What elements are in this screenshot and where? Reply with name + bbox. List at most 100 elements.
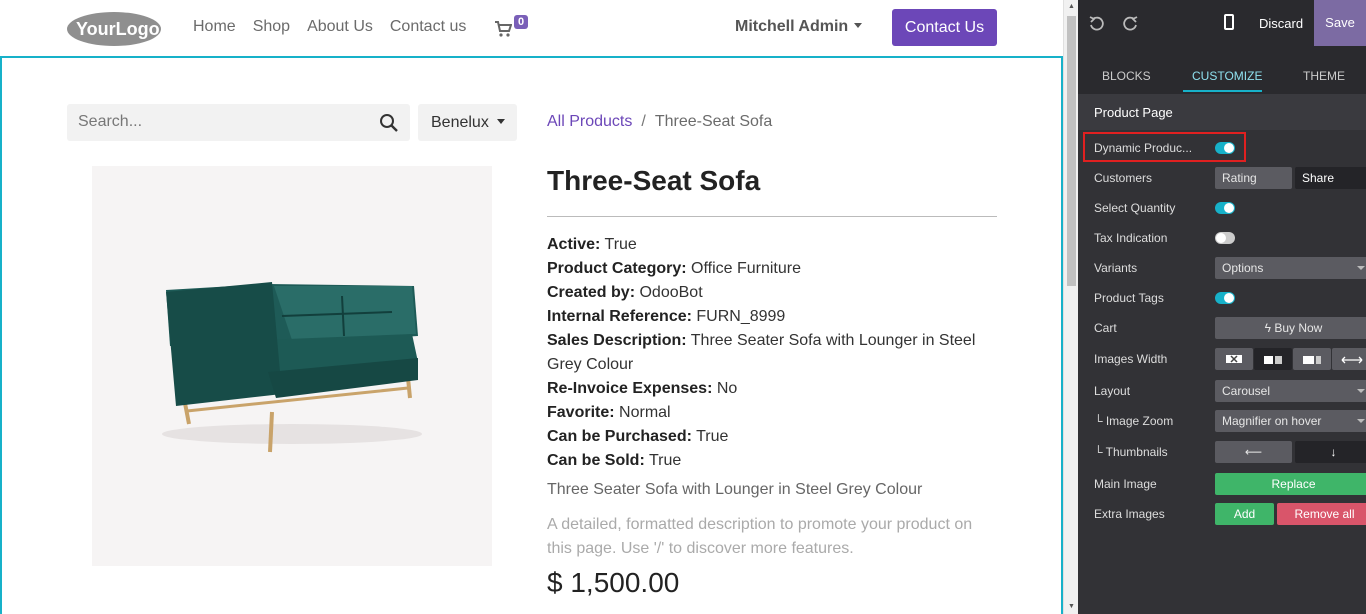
product-title: Three-Seat Sofa (547, 165, 761, 196)
logo-text: YourLogo (76, 19, 160, 39)
tab-theme[interactable]: THEME (1303, 69, 1345, 83)
scrollbar-thumb[interactable] (1067, 16, 1076, 286)
images-width-66-button[interactable] (1293, 348, 1331, 370)
images-width-label: Images Width (1094, 352, 1168, 366)
cart-icon (495, 21, 512, 37)
cart-count-badge: 0 (514, 15, 529, 29)
pricelist-dropdown[interactable]: Benelux (418, 104, 517, 141)
section-title: Product Page (1078, 94, 1366, 130)
image-zoom-select[interactable]: Magnifier on hover (1215, 410, 1366, 432)
nav-shop[interactable]: Shop (253, 18, 290, 36)
main-nav: Home Shop About Us Contact us (193, 18, 466, 36)
images-width-50-button[interactable] (1254, 348, 1292, 370)
layout-select[interactable]: Carousel (1215, 380, 1366, 402)
scroll-down-icon[interactable]: ▼ (1064, 600, 1079, 614)
product-tags-toggle[interactable] (1215, 292, 1235, 304)
site-logo[interactable]: YourLogo (66, 10, 162, 48)
chevron-down-icon (1357, 389, 1365, 393)
attr-created-by: Created by: OdooBot (547, 284, 703, 301)
select-quantity-toggle[interactable] (1215, 202, 1235, 214)
arrow-left-icon: ⟵ (1244, 445, 1263, 459)
sofa-image (162, 282, 422, 453)
active-tab-indicator (1183, 90, 1262, 92)
page-scrollbar[interactable]: ▲ ▼ (1063, 0, 1078, 614)
redo-icon[interactable] (1123, 15, 1139, 31)
search-input[interactable]: Search... (67, 104, 410, 141)
contact-us-button[interactable]: Contact Us (892, 9, 997, 46)
row-main-image: Main Image Replace (1094, 473, 1366, 495)
arrow-down-icon: ↓ (1330, 445, 1337, 459)
remove-all-images-button[interactable]: Remove all (1277, 503, 1366, 525)
search-icon[interactable] (379, 113, 399, 133)
breadcrumb: All Products / Three-Seat Sofa (547, 113, 772, 131)
website-page: YourLogo Home Shop About Us Contact us 0… (0, 0, 1063, 614)
add-images-button[interactable]: Add (1215, 503, 1274, 525)
product-attributes: Active: True Product Category: Office Fu… (547, 233, 1007, 473)
breadcrumb-separator: / (641, 113, 646, 130)
breadcrumb-all-products[interactable]: All Products (547, 113, 632, 130)
share-button[interactable]: Share (1295, 167, 1366, 189)
long-description-placeholder[interactable]: A detailed, formatted description to pro… (547, 513, 997, 561)
tab-customize[interactable]: CUSTOMIZE (1192, 69, 1262, 83)
breadcrumb-current: Three-Seat Sofa (654, 113, 773, 130)
cart-label: Cart (1094, 321, 1117, 335)
bolt-icon: ϟ (1264, 321, 1271, 335)
variants-select[interactable]: Options (1215, 257, 1366, 279)
chevron-down-icon (496, 119, 505, 124)
buy-now-label: Buy Now (1274, 321, 1323, 335)
mobile-preview-icon[interactable] (1224, 14, 1234, 30)
image-zoom-label: └ Image Zoom (1094, 414, 1174, 428)
row-tax-indication: Tax Indication (1094, 227, 1354, 249)
chevron-down-icon (854, 23, 863, 28)
tax-indication-toggle[interactable] (1215, 232, 1235, 244)
nav-about[interactable]: About Us (307, 18, 373, 36)
thumbnails-left-button[interactable]: ⟵ (1215, 441, 1292, 463)
site-header: YourLogo Home Shop About Us Contact us 0… (0, 0, 1063, 56)
replace-image-button[interactable]: Replace (1215, 473, 1366, 495)
pricelist-value: Benelux (431, 114, 489, 131)
images-width-full-button[interactable] (1332, 348, 1366, 370)
row-thumbnails: └ Thumbnails ⟵ ↓ (1094, 441, 1366, 463)
product-image[interactable] (92, 166, 492, 566)
save-button[interactable]: Save (1314, 0, 1366, 46)
row-product-tags: Product Tags (1094, 287, 1354, 309)
attr-reinvoice: Re-Invoice Expenses: No (547, 380, 738, 397)
website-editor-panel: Discard Save BLOCKS CUSTOMIZE THEME Prod… (1078, 0, 1366, 614)
tab-blocks[interactable]: BLOCKS (1102, 69, 1151, 83)
row-customers: Customers Rating Share (1094, 167, 1366, 189)
images-width-none-button[interactable] (1215, 348, 1253, 370)
attr-sold: Can be Sold: True (547, 452, 682, 469)
nav-contact[interactable]: Contact us (390, 18, 466, 36)
product-price: $ 1,500.00 (547, 567, 680, 598)
row-images-width: Images Width (1094, 348, 1366, 370)
width-none-icon (1226, 355, 1242, 363)
thumbnails-label: └ Thumbnails (1094, 445, 1168, 459)
scroll-up-icon[interactable]: ▲ (1064, 0, 1079, 14)
row-image-zoom: └ Image Zoom Magnifier on hover (1094, 410, 1366, 432)
buy-now-button[interactable]: ϟ Buy Now (1215, 317, 1366, 339)
thumbnails-bottom-button[interactable]: ↓ (1295, 441, 1366, 463)
row-layout: Layout Carousel (1094, 380, 1366, 402)
variants-value: Options (1222, 261, 1264, 275)
user-menu[interactable]: Mitchell Admin (735, 18, 863, 36)
width-full-icon (1341, 356, 1363, 364)
attr-sales-desc: Sales Description: Three Seater Sofa wit… (547, 332, 976, 373)
attr-favorite: Favorite: Normal (547, 404, 671, 421)
chevron-down-icon (1357, 266, 1365, 270)
tax-indication-label: Tax Indication (1094, 231, 1168, 245)
attr-category: Product Category: Office Furniture (547, 260, 801, 277)
rating-button[interactable]: Rating (1215, 167, 1292, 189)
attr-purchased: Can be Purchased: True (547, 428, 729, 445)
nav-home[interactable]: Home (193, 18, 236, 36)
extra-images-label: Extra Images (1094, 507, 1165, 521)
cart-button[interactable]: 0 (494, 15, 534, 40)
undo-icon[interactable] (1088, 15, 1104, 31)
variants-label: Variants (1094, 261, 1138, 275)
attr-internal-ref: Internal Reference: FURN_8999 (547, 308, 786, 325)
row-cart: Cart ϟ Buy Now (1094, 317, 1366, 339)
customers-label: Customers (1094, 171, 1153, 185)
product-tags-label: Product Tags (1094, 291, 1164, 305)
discard-button[interactable]: Discard (1259, 16, 1303, 31)
short-description[interactable]: Three Seater Sofa with Lounger in Steel … (547, 481, 922, 499)
image-zoom-value: Magnifier on hover (1222, 414, 1322, 428)
